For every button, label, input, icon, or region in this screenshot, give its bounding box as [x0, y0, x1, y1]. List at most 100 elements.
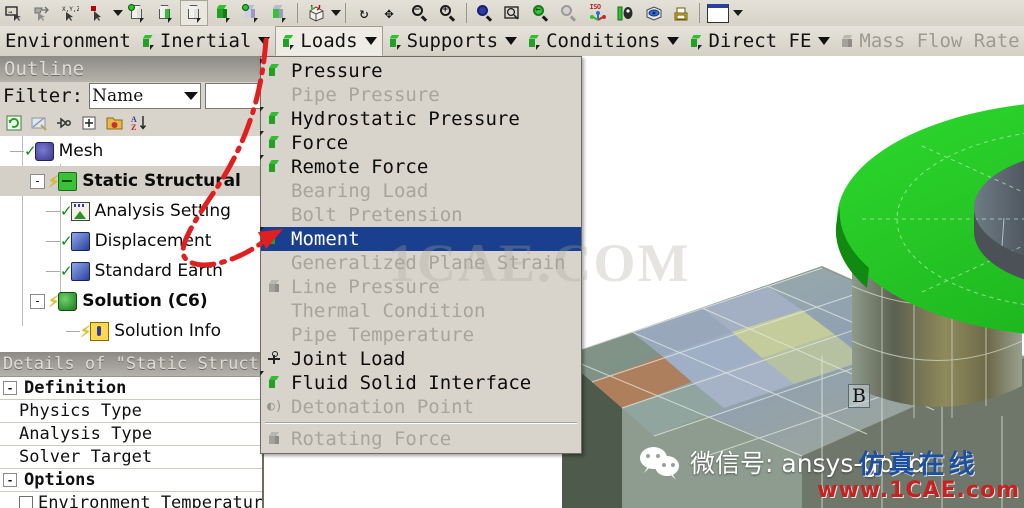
tree-item-label: Solution (C6) — [82, 291, 208, 311]
analysis-settings-icon — [70, 201, 90, 221]
expand-all-icon[interactable] — [78, 112, 100, 134]
refresh-tree-icon[interactable] — [3, 112, 25, 134]
checkbox-icon[interactable] — [19, 496, 33, 508]
color-swatch-caret-icon[interactable] — [733, 10, 743, 16]
vertex-select-icon[interactable] — [124, 1, 150, 25]
main-toolbar: → X,Y,Z ↻ ✥ − + ← ISO — [0, 0, 1024, 27]
direction-select-icon[interactable] — [29, 1, 55, 25]
label-select-icon[interactable]: → — [1, 1, 27, 25]
clear-generated-data-icon[interactable] — [28, 112, 50, 134]
tree-item-solution-information[interactable]: ⚡ Solution Info — [0, 316, 262, 346]
menu-inertial[interactable]: Inertial — [136, 27, 276, 55]
cube-icon — [281, 34, 297, 50]
tree-item-static-structural[interactable]: - ⚡ Static Structural — [0, 166, 262, 196]
filter-label: Filter: — [3, 85, 84, 107]
menu-item-label: Pressure — [291, 60, 383, 82]
rotating-force-icon — [267, 431, 284, 447]
menu-item-rotating-force: Rotating Force — [261, 427, 581, 451]
tree-item-analysis-settings[interactable]: ✓ Analysis Setting — [0, 196, 262, 226]
select-mode-caret-icon[interactable] — [113, 10, 123, 16]
probe-icon[interactable] — [53, 112, 75, 134]
new-folder-icon[interactable] — [103, 112, 125, 134]
chevron-down-icon[interactable] — [364, 37, 377, 45]
cube-icon — [141, 34, 157, 50]
magnify-region-icon[interactable] — [500, 1, 526, 25]
cube-icon — [388, 34, 404, 50]
menu-mass-flow-rate: Mass Flow Rate — [835, 27, 1024, 55]
rotate-icon[interactable]: ↻ — [351, 1, 377, 25]
menu-item-joint-load[interactable]: Joint Load — [261, 347, 581, 371]
details-group-expander[interactable]: - — [3, 381, 17, 395]
menu-loads[interactable]: Loads — [275, 26, 383, 56]
chevron-down-icon[interactable] — [667, 37, 680, 45]
details-group-expander[interactable]: - — [3, 473, 17, 487]
tree-expander[interactable]: - — [30, 293, 45, 309]
menu-item-fluid-solid-interface[interactable]: Fluid Solid Interface — [260, 371, 581, 395]
iso-view-icon[interactable]: ISO — [584, 1, 610, 25]
menu-loads-label: Loads — [300, 30, 358, 52]
menu-item-pressure[interactable]: Pressure — [260, 59, 581, 83]
details-row-label: Environment Temperature — [0, 493, 281, 508]
tree-connector — [46, 270, 60, 272]
svg-text:Z: Z — [131, 123, 136, 132]
chevron-down-icon[interactable] — [183, 92, 198, 100]
tree-item-label: Solution Info — [114, 321, 222, 341]
select-mode-icon[interactable] — [85, 1, 111, 25]
section-plane-icon[interactable] — [640, 1, 666, 25]
tree-connector — [46, 240, 60, 242]
sort-az-icon[interactable]: AZ — [128, 112, 150, 134]
pan-icon[interactable]: ✥ — [379, 1, 405, 25]
environment-folder-icon — [58, 171, 78, 191]
tree-item-solution[interactable]: - ⚡ Solution (C6) — [0, 286, 262, 316]
node-select-icon[interactable] — [238, 1, 264, 25]
chevron-down-icon[interactable] — [505, 37, 518, 45]
menu-conditions[interactable]: Conditions — [522, 27, 684, 55]
chevron-down-icon[interactable] — [258, 37, 271, 45]
cube-force-icon — [260, 131, 284, 151]
extend-selection-icon[interactable] — [303, 1, 329, 25]
print-preview-icon[interactable] — [668, 1, 694, 25]
zoom-to-fit-icon[interactable]: + — [435, 1, 461, 25]
filter-type-select[interactable]: Name — [89, 83, 201, 109]
displacement-icon — [70, 231, 90, 251]
menu-item-hydrostatic-pressure[interactable]: Hydrostatic Pressure — [260, 107, 581, 131]
element-select-icon[interactable] — [266, 1, 292, 25]
menu-supports-label: Supports — [406, 30, 499, 52]
watermark-site-line1: 仿真在线 — [858, 450, 979, 480]
menu-item-label: Rotating Force — [291, 428, 452, 450]
menu-direct-fe[interactable]: Direct FE — [684, 27, 835, 55]
menu-item-remote-force[interactable]: Remote Force — [260, 155, 581, 179]
tree-expander[interactable]: - — [30, 173, 45, 189]
zoom-icon[interactable]: − — [407, 1, 433, 25]
body-select-icon[interactable] — [210, 1, 236, 25]
watermark-site-line2: www.1CAE.com — [817, 478, 1020, 504]
details-row-label: Analysis Type — [19, 424, 153, 444]
annotation-label-b[interactable]: B — [848, 384, 870, 408]
environment-menubar: Environment Inertial Loads Supports Cond… — [0, 26, 1024, 57]
color-swatch-icon[interactable] — [705, 1, 731, 25]
tree-item-standard-earth-gravity[interactable]: ✓ Standard Earth — [0, 256, 262, 286]
tree-item-displacement[interactable]: ✓ Displacement — [0, 226, 262, 256]
box-zoom-icon[interactable] — [472, 1, 498, 25]
filter-text-input[interactable] — [204, 83, 262, 109]
filter-type-value: Name — [92, 86, 144, 106]
menu-environment[interactable]: Environment — [0, 27, 136, 55]
edge-select-icon[interactable] — [152, 1, 178, 25]
outline-tree[interactable]: ✓ Mesh - ⚡ Static Structural ✓ Analysis … — [0, 136, 262, 352]
look-at-icon[interactable] — [612, 1, 638, 25]
xyz-select-icon[interactable]: X,Y,Z — [57, 1, 83, 25]
bearing-icon — [267, 183, 284, 199]
extend-selection-caret-icon[interactable] — [331, 10, 341, 16]
face-select-icon[interactable] — [180, 0, 208, 26]
menu-separator — [265, 422, 577, 424]
zoom-in-icon[interactable]: ← — [528, 1, 554, 25]
toolbar-separator — [699, 3, 700, 23]
tree-item-label: Mesh — [58, 141, 104, 161]
svg-text:X,Y,Z: X,Y,Z — [62, 6, 79, 13]
menu-item-label: Pipe Pressure — [291, 84, 440, 106]
chevron-down-icon[interactable] — [818, 37, 831, 45]
menu-item-force[interactable]: Force — [260, 131, 581, 155]
menu-supports[interactable]: Supports — [383, 27, 523, 55]
zoom-out-icon[interactable] — [556, 1, 582, 25]
tree-item-mesh[interactable]: ✓ Mesh — [0, 136, 262, 166]
